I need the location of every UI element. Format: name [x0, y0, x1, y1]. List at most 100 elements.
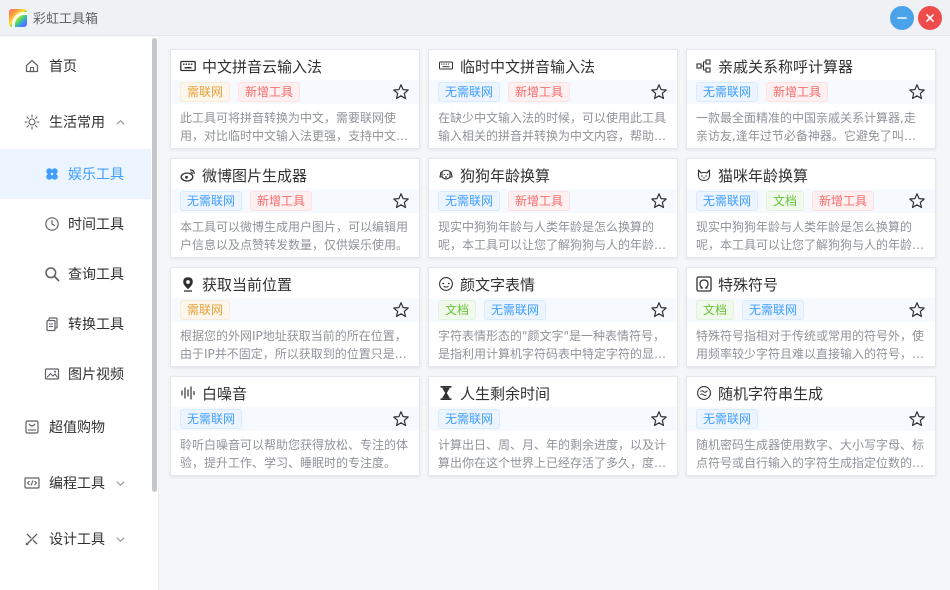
chevron-down-icon [115, 478, 126, 489]
favorite-star-icon[interactable] [650, 192, 668, 210]
sidebar-item-life[interactable]: 生活常用 [0, 97, 152, 147]
card-title: 随机字符串生成 [718, 384, 824, 403]
tool-card[interactable]: 白噪音 无需联网 聆听白噪音可以帮助您获得放松、专注的体验，提升工作、学习、睡眠… [170, 376, 420, 476]
card-title: 临时中文拼音输入法 [460, 57, 596, 76]
relation-icon [696, 58, 712, 74]
sidebar: 首页 生活常用 娱乐工具 时间工具 查询工具 转换工具 图片视频 超值购物 编程… [0, 37, 152, 590]
sidebar-item-label: 设计工具 [49, 532, 105, 548]
favorite-star-icon[interactable] [392, 301, 410, 319]
card-description: 现实中狗狗年龄与人类年龄是怎么换算的呢，本工具可以让您了解狗狗与人的年龄… [696, 220, 925, 252]
card-description: 一款最全面精准的中国亲戚关系计算器,走亲访友,逢年过节必备神器。它避免了叫错、… [696, 111, 916, 143]
tool-card[interactable]: 中文拼音云输入法 需联网 新增工具 此工具可将拼音转换为中文，需要联网使用，对比… [170, 49, 420, 149]
shopping-icon [24, 419, 40, 435]
clover-icon [44, 166, 60, 182]
minimize-button[interactable] [890, 6, 914, 30]
keyboard-icon [180, 58, 196, 74]
sidebar-item-label: 首页 [49, 59, 77, 75]
tool-card[interactable]: 获取当前位置 需联网 根据您的外网IP地址获取当前的所在位置，由于IP并不固定，… [170, 267, 420, 367]
scrollbar-thumb[interactable] [152, 38, 157, 492]
tag-offline: 无需联网 [438, 191, 501, 211]
title-bar: 彩虹工具箱 [0, 0, 950, 36]
cat-icon [696, 167, 712, 183]
tag-offline: 无需联网 [696, 409, 759, 429]
tag-offline: 无需联网 [742, 300, 805, 320]
tool-card[interactable]: 人生剩余时间 无需联网 计算出日、周、月、年的剩余进度，以及计算出你在这个世界上… [428, 376, 678, 476]
card-description: 此工具可将拼音转换为中文，需要联网使用，对比临时中文输入法更强，支持中文… [180, 111, 409, 143]
card-description: 根据您的外网IP地址获取当前的所在位置，由于IP并不固定，所以获取到的位置只是… [180, 329, 407, 361]
card-title: 特殊符号 [718, 275, 779, 294]
card-description: 在缺少中文输入法的时候，可以使用此工具输入相关的拼音并转换为中文内容，帮助… [438, 111, 667, 143]
tag-document: 文档 [696, 300, 735, 320]
tag-offline: 无需联网 [180, 409, 243, 429]
favorite-star-icon[interactable] [392, 410, 410, 428]
home-icon [24, 58, 40, 74]
favorite-star-icon[interactable] [392, 192, 410, 210]
favorite-star-icon[interactable] [650, 83, 668, 101]
tag-document: 文档 [438, 300, 477, 320]
rainbow-logo-icon [9, 8, 27, 27]
tool-card[interactable]: 狗狗年龄换算 无需联网 新增工具 现实中狗狗年龄与人类年龄是怎么换算的呢，本工具… [428, 158, 678, 258]
tool-card[interactable]: 微博图片生成器 无需联网 新增工具 本工具可以微博生成用户图片，可以编辑用户信息… [170, 158, 420, 258]
tag-offline: 无需联网 [438, 82, 501, 102]
favorite-star-icon[interactable] [908, 410, 926, 428]
keyboard-small-icon [438, 58, 454, 74]
clock-icon [44, 216, 60, 232]
tag-offline: 无需联网 [180, 191, 243, 211]
tag-document: 文档 [766, 191, 805, 211]
tag-new-tool: 新增工具 [812, 191, 875, 211]
sidebar-item-home[interactable]: 首页 [0, 41, 152, 91]
card-title: 亲戚关系称呼计算器 [718, 57, 854, 76]
tool-card[interactable]: 亲戚关系称呼计算器 无需联网 新增工具 一款最全面精准的中国亲戚关系计算器,走亲… [686, 49, 936, 149]
sidebar-item-label: 查询工具 [68, 267, 124, 283]
card-title: 人生剩余时间 [460, 384, 551, 403]
sidebar-item-programming[interactable]: 编程工具 [0, 458, 152, 508]
tool-card[interactable]: 临时中文拼音输入法 无需联网 新增工具 在缺少中文输入法的时候，可以使用此工具输… [428, 49, 678, 149]
sidebar-item-label: 转换工具 [68, 317, 124, 333]
favorite-star-icon[interactable] [650, 410, 668, 428]
sidebar-item-label: 图片视频 [68, 367, 124, 383]
tag-online: 需联网 [180, 82, 231, 102]
close-button[interactable] [918, 6, 942, 30]
card-description: 本工具可以微博生成用户图片，可以编辑用户信息以及点赞转发数量，仅供娱乐使用。 [180, 220, 409, 252]
sidebar-item-query[interactable]: 查询工具 [0, 249, 152, 299]
sidebar-item-label: 编程工具 [49, 476, 105, 492]
sidebar-item-label: 娱乐工具 [68, 167, 124, 183]
sidebar-item-convert[interactable]: 转换工具 [0, 299, 152, 349]
sidebar-item-shopping[interactable]: 超值购物 [0, 402, 152, 452]
waveform-icon [180, 385, 196, 401]
random-icon [696, 385, 712, 401]
tool-card[interactable]: 颜文字表情 文档 无需联网 字符表情形态的"颜文字"是一种表情符号，是指利用计算… [428, 267, 678, 367]
card-title: 狗狗年龄换算 [460, 166, 551, 185]
sidebar-scrollbar[interactable] [151, 37, 158, 590]
card-description: 现实中狗狗年龄与人类年龄是怎么换算的呢，本工具可以让您了解狗狗与人的年龄… [438, 220, 667, 252]
tag-online: 需联网 [180, 300, 231, 320]
card-description: 聆听白噪音可以帮助您获得放松、专注的体验，提升工作、学习、睡眠时的专注度。 [180, 438, 409, 470]
tool-card[interactable]: 随机字符串生成 无需联网 随机密码生成器使用数字、大小写字母、标点符号或自行输入… [686, 376, 936, 476]
close-icon [926, 14, 934, 22]
sidebar-item-image-video[interactable]: 图片视频 [0, 349, 152, 399]
weibo-icon [180, 167, 196, 183]
sidebar-item-label: 时间工具 [68, 217, 124, 233]
favorite-star-icon[interactable] [650, 301, 668, 319]
card-title: 颜文字表情 [460, 275, 536, 294]
favorite-star-icon[interactable] [908, 301, 926, 319]
sidebar-item-time[interactable]: 时间工具 [0, 199, 152, 249]
chevron-up-icon [115, 117, 126, 128]
card-title: 白噪音 [202, 384, 248, 403]
card-title: 猫咪年龄换算 [718, 166, 809, 185]
favorite-star-icon[interactable] [392, 83, 410, 101]
tool-card[interactable]: 猫咪年龄换算 无需联网 文档 新增工具 现实中狗狗年龄与人类年龄是怎么换算的呢，… [686, 158, 936, 258]
chevron-down-icon [115, 534, 126, 545]
sidebar-item-label: 超值购物 [49, 420, 105, 436]
tool-card[interactable]: 特殊符号 文档 无需联网 特殊符号指相对于传统或常用的符号外，使用频率较少字符且… [686, 267, 936, 367]
favorite-star-icon[interactable] [908, 192, 926, 210]
tag-offline: 无需联网 [438, 409, 501, 429]
card-description: 计算出日、周、月、年的剩余进度，以及计算出你在这个世界上已经存活了多久，度… [438, 438, 667, 470]
hourglass-icon [438, 385, 454, 401]
sun-icon [24, 114, 40, 130]
sidebar-item-entertainment[interactable]: 娱乐工具 [0, 149, 152, 199]
favorite-star-icon[interactable] [908, 83, 926, 101]
card-description: 随机密码生成器使用数字、大小写字母、标点符号或自行输入的字符生成指定位数的… [696, 438, 925, 470]
sidebar-item-design[interactable]: 设计工具 [0, 514, 152, 564]
tag-new-tool: 新增工具 [238, 82, 301, 102]
